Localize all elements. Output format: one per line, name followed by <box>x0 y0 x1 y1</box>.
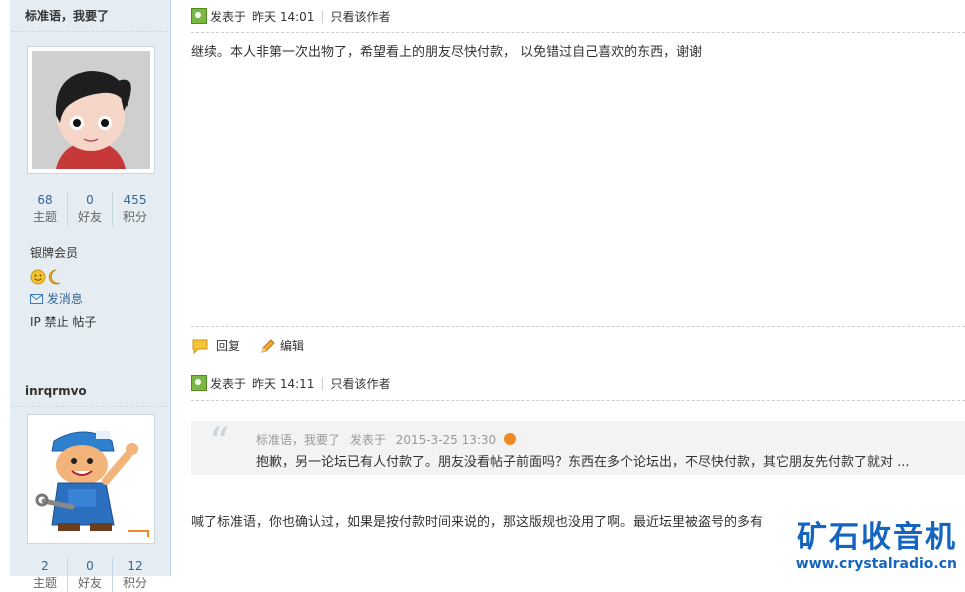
online-status-icon <box>191 8 207 24</box>
jump-to-post-icon[interactable] <box>504 433 517 445</box>
author-name-1[interactable]: 标准语，我要了 <box>10 0 170 31</box>
author-sidebar: 标准语，我要了 68 主题 0 好友 455 积分 银牌会员 发消息 IP 禁止… <box>10 0 171 592</box>
only-author-link[interactable]: 只看该作者 <box>330 375 390 392</box>
divider <box>12 31 168 32</box>
post-content-2: 喊了标准语，你也确认过，如果是按付款时间来说的，那这版规也没用了啊。最近坛里被盗… <box>191 515 764 530</box>
watermark-url: www.crystalradio.cn <box>795 556 957 572</box>
author-name-2[interactable]: inrqrmvo <box>10 384 170 406</box>
stat-label: 好友 <box>77 210 102 224</box>
quote-posted-prefix: 发表于 <box>349 433 386 447</box>
divider <box>191 32 965 33</box>
only-author-link[interactable]: 只看该作者 <box>330 8 390 25</box>
stat-friends[interactable]: 0 好友 <box>67 192 112 226</box>
posted-at-prefix: 发表于 <box>210 376 247 391</box>
author-stats-1: 68 主题 0 好友 455 积分 <box>10 192 170 226</box>
stat-label: 积分 <box>122 210 147 224</box>
post-area: 发表于 昨天 14:01 | 只看该作者 继续。本人非第一次出物了，希望看上的朋… <box>191 0 965 576</box>
stat-points[interactable]: 455 积分 <box>112 192 157 226</box>
stat-number: 0 <box>86 193 94 207</box>
quote-posted-at: 2015-3-25 13:30 <box>395 433 497 447</box>
separator: | <box>320 376 325 390</box>
avatar-2[interactable] <box>27 414 155 544</box>
avatar-1[interactable] <box>27 46 155 174</box>
posted-at: 昨天 14:11 <box>252 376 315 391</box>
quote-block: “ 标准语，我要了 发表于 2015-3-25 13:30 抱歉，另一论坛已有人… <box>191 421 965 475</box>
edit-button[interactable]: 编辑 <box>280 337 304 354</box>
posted-at-prefix: 发表于 <box>210 9 247 24</box>
cartoon-boy-avatar-image <box>32 51 150 169</box>
stat-topics[interactable]: 2 主题 <box>23 558 67 592</box>
send-message-link[interactable]: 发消息 <box>10 288 170 311</box>
stat-friends[interactable]: 0 好友 <box>67 558 112 592</box>
pencil-icon <box>261 338 275 353</box>
stat-number: 12 <box>127 559 143 573</box>
smiley-moon-medal-icon <box>30 269 61 284</box>
online-status-icon <box>191 375 207 391</box>
post-meta-1: 发表于 昨天 14:01 | 只看该作者 <box>191 6 390 26</box>
reply-bubble-icon <box>192 339 208 354</box>
quote-mark-icon: “ <box>209 420 230 466</box>
quote-header: 标准语，我要了 发表于 2015-3-25 13:30 <box>256 431 517 448</box>
posted-at: 昨天 14:01 <box>252 9 315 24</box>
quote-author: 标准语，我要了 <box>256 433 341 447</box>
stat-topics[interactable]: 68 主题 <box>23 192 67 226</box>
divider <box>191 326 965 327</box>
stat-label: 积分 <box>122 576 147 590</box>
post-content-1: 继续。本人非第一次出物了，希望看上的朋友尽快付款， 以免错过自己喜欢的东西，谢谢 <box>191 45 703 60</box>
divider <box>12 406 168 407</box>
admin-links[interactable]: IP 禁止 帖子 <box>10 311 170 334</box>
site-watermark: 矿石收音机 www.crystalradio.cn <box>796 512 957 572</box>
stat-label: 好友 <box>77 576 102 590</box>
post-actions-1: 回复 编辑 <box>191 337 324 354</box>
stat-number: 68 <box>37 193 53 207</box>
user-rank: 银牌会员 <box>30 246 79 260</box>
stat-number: 2 <box>41 559 49 573</box>
quote-text: 抱歉，另一论坛已有人付款了。朋友没看帖子前面吗？东西在多个论坛出，不尽快付款，其… <box>256 455 910 470</box>
stat-points[interactable]: 12 积分 <box>112 558 157 592</box>
envelope-icon <box>30 294 43 304</box>
stat-number: 0 <box>86 559 94 573</box>
plumber-cartoon-avatar-image <box>32 419 150 539</box>
post-meta-2: 发表于 昨天 14:11 | 只看该作者 <box>191 373 390 393</box>
stat-number: 455 <box>123 193 147 207</box>
separator: | <box>320 9 325 23</box>
stat-label: 主题 <box>32 210 57 224</box>
medal-icons <box>10 265 170 288</box>
watermark-cn-text: 矿石收音机 <box>797 520 957 555</box>
reply-button[interactable]: 回复 <box>216 337 240 354</box>
stat-label: 主题 <box>32 576 57 590</box>
author-stats-2: 2 主题 0 好友 12 积分 <box>10 558 170 592</box>
send-message-label: 发消息 <box>46 292 83 306</box>
divider <box>191 400 965 401</box>
